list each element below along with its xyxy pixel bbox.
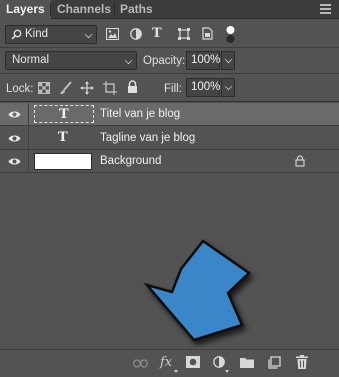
shape-filter-icon[interactable] [178,28,190,40]
eye-icon [8,134,21,143]
fill-dropdown[interactable] [221,78,235,97]
trash-icon[interactable] [296,355,308,369]
tab-paths[interactable]: Paths [114,0,159,19]
link-layers-icon[interactable] [133,359,148,368]
adjustment-filter-icon[interactable] [130,28,142,40]
filter-kind-select[interactable]: Kind [5,25,97,44]
tab-channels[interactable]: Channels [51,0,117,19]
adjustment-layer-icon[interactable] [213,356,225,368]
blend-row: Normal Opacity: 100% [0,48,339,74]
layer-lock-icon[interactable] [295,155,305,167]
lock-row: Lock: Fill: 100% [0,74,339,102]
blend-mode-select[interactable]: Normal [5,51,137,70]
layer-thumbnail: T [34,129,94,147]
type-filter-icon[interactable]: T [152,26,162,41]
chevron-down-icon [224,82,233,91]
opacity-field[interactable]: 100% [186,51,220,70]
text-layer-icon: T [58,130,68,145]
fill-label: Fill: [164,83,182,95]
lock-transparent-pixels-icon[interactable] [38,82,50,94]
opacity-dropdown[interactable] [221,51,235,70]
layer-style-icon[interactable]: fx [160,355,172,370]
chevron-down-icon [84,30,93,39]
layers-panel: Layers Channels Paths Kind T Normal Opac… [0,0,339,377]
layer-row[interactable]: T Tagline van je blog [0,127,339,150]
layer-row[interactable]: Background [0,150,339,173]
opacity-label: Opacity: [143,55,186,67]
layer-name[interactable]: Background [100,155,161,167]
tab-layers[interactable]: Layers [0,0,51,20]
new-layer-icon[interactable] [268,356,281,369]
fill-field[interactable]: 100% [186,78,220,97]
filter-row: Kind T [0,20,339,48]
panel-tab-bar: Layers Channels Paths [0,0,339,20]
chevron-down-icon [124,56,133,65]
visibility-toggle[interactable] [0,103,29,126]
visibility-toggle[interactable] [0,127,29,150]
filter-toggle-icon[interactable] [225,25,236,44]
eye-icon [8,110,21,119]
smart-object-filter-icon[interactable] [202,27,213,40]
image-filter-icon[interactable] [106,28,119,40]
text-layer-icon: T [59,107,69,122]
lock-label: Lock: [6,83,34,95]
lock-all-icon[interactable] [127,80,138,94]
new-group-icon[interactable] [240,357,254,368]
panel-menu-icon[interactable] [320,4,331,14]
eye-icon [8,157,21,166]
blend-mode-value: Normal [12,54,50,66]
add-mask-icon[interactable] [186,356,200,368]
layer-thumbnail: T [34,105,94,123]
lock-position-icon[interactable] [80,81,94,95]
layer-row[interactable]: T Titel van je blog [0,103,339,126]
lock-image-pixels-icon[interactable] [59,81,72,95]
search-icon [11,29,22,40]
layer-name[interactable]: Titel van je blog [100,108,180,120]
layers-bottom-bar: fx [0,349,339,377]
chevron-down-icon [224,55,233,64]
visibility-toggle[interactable] [0,150,29,173]
chevron-down-icon [225,370,229,373]
layer-thumbnail [34,153,92,170]
chevron-down-icon [174,370,178,373]
layer-name[interactable]: Tagline van je blog [100,132,195,144]
lock-artboard-icon[interactable] [103,81,117,95]
annotation-arrow-icon [130,236,280,348]
filter-kind-label: Kind [25,28,49,40]
